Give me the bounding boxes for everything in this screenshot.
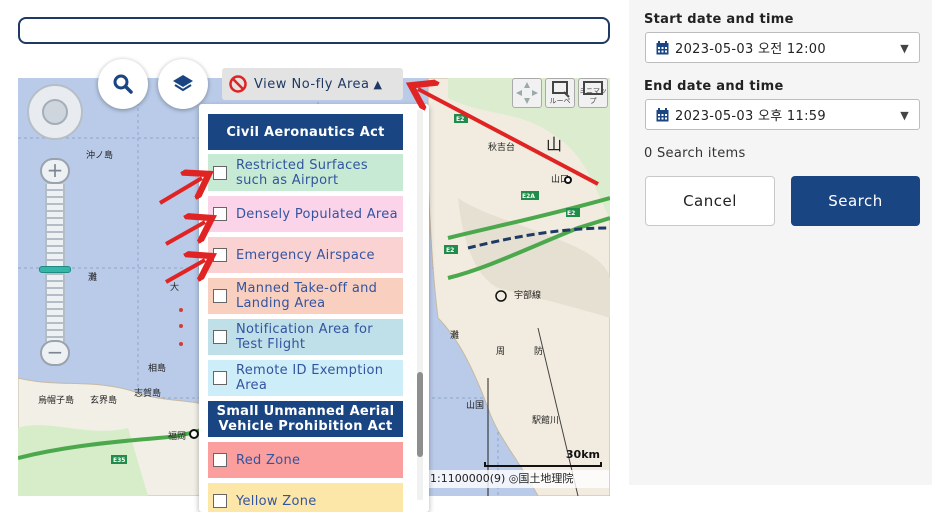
map-label: 防 (534, 345, 543, 357)
section-small-uav-prohibition-act: Small Unmanned Aerial Vehicle Prohibitio… (208, 401, 403, 437)
search-icon (113, 74, 133, 94)
map-label: 相島 (148, 362, 166, 374)
scale-label: 30km (565, 448, 600, 461)
map-label: 灘 (88, 271, 97, 283)
nofly-area-panel: Civil Aeronautics Act Restricted Surface… (199, 104, 429, 512)
map-label: 志賀島 (134, 387, 161, 399)
layer-checkbox[interactable] (213, 248, 227, 262)
layer-label: Densely Populated Area (236, 206, 398, 222)
crosshair-icon (516, 82, 538, 104)
end-date-label: End date and time (644, 79, 784, 94)
minimap-caption: ミニマップ (579, 87, 607, 105)
start-date-label: Start date and time (644, 12, 794, 27)
zoom-in-button[interactable]: + (40, 158, 70, 184)
map-scale: 30km (484, 448, 604, 468)
map-label: 周 (496, 346, 505, 357)
pan-center[interactable] (42, 99, 68, 125)
map-label: 宇部線 (514, 289, 541, 301)
sidebar-footer (629, 485, 932, 512)
zoom-handle[interactable] (39, 266, 71, 273)
map-label: 秋吉台 (488, 141, 515, 153)
zoom-rail[interactable] (45, 184, 65, 342)
layer-checkbox[interactable] (213, 330, 227, 344)
chevron-down-icon: ▼ (900, 109, 909, 122)
section-label: Small Unmanned Aerial Vehicle Prohibitio… (216, 404, 395, 434)
map-label: 烏帽子島 (38, 394, 74, 406)
layer-checkbox[interactable] (213, 453, 227, 467)
zoom-slider[interactable]: + − (39, 158, 71, 368)
no-entry-icon (229, 75, 247, 93)
cancel-button[interactable]: Cancel (645, 176, 775, 226)
map-label: 玄界島 (90, 394, 117, 406)
app-root: E2 E2A E2 E2 E35 沖ノ島 相島 志賀島 玄界島 烏帽子島 福岡 … (0, 0, 932, 512)
search-result-count: 0 Search items (644, 146, 746, 161)
layers-icon (173, 75, 193, 92)
layer-label: Yellow Zone (236, 493, 317, 509)
loupe-caption: ルーペ (549, 97, 571, 105)
layer-remote-id-exemption[interactable]: Remote ID Exemption Area (208, 360, 403, 396)
layer-yellow-zone[interactable]: Yellow Zone (208, 483, 403, 512)
chevron-down-icon: ▼ (900, 42, 909, 55)
layer-label: Manned Take-off and Landing Area (236, 281, 378, 311)
start-date-select[interactable]: 2023-05-03 오전 12:00 ▼ (645, 32, 920, 63)
layer-notification-test-flight[interactable]: Notification Area for Test Flight (208, 319, 403, 355)
road-badge: E2 (567, 210, 575, 217)
layer-checkbox[interactable] (213, 371, 227, 385)
section-civil-aeronautics-act: Civil Aeronautics Act (208, 114, 403, 150)
layer-emergency-airspace[interactable]: Emergency Airspace (208, 237, 403, 273)
layer-checkbox[interactable] (213, 289, 227, 303)
layer-densely-populated[interactable]: Densely Populated Area (208, 196, 403, 232)
layer-label: Emergency Airspace (236, 247, 375, 263)
minimap-tool[interactable]: ミニマップ (578, 78, 608, 108)
layer-restricted-surfaces[interactable]: Restricted Surfaces such as Airport (208, 154, 403, 191)
layer-label: Notification Area for Test Flight (236, 322, 373, 352)
start-date-value: 2023-05-03 오전 12:00 (675, 42, 826, 57)
zoom-out-button[interactable]: − (40, 340, 70, 366)
map-label: 駅館川 (532, 414, 559, 426)
scale-bar (484, 462, 602, 467)
section-label: Civil Aeronautics Act (226, 124, 385, 140)
end-date-value: 2023-05-03 오후 11:59 (675, 109, 826, 124)
nofly-button-label: View No-fly Area (254, 76, 370, 92)
end-date-select[interactable]: 2023-05-03 오후 11:59 ▼ (645, 99, 920, 130)
road-badge: E35 (113, 457, 125, 464)
road-badge: E2 (446, 247, 454, 254)
layer-checkbox[interactable] (213, 207, 227, 221)
layer-label: Red Zone (236, 452, 301, 468)
loupe-tool[interactable]: ルーペ (545, 78, 575, 108)
layer-label: Remote ID Exemption Area (236, 363, 384, 393)
map-search-button[interactable] (98, 59, 148, 109)
search-button[interactable]: Search (791, 176, 920, 226)
map-label: 灘 (450, 329, 459, 341)
layer-label: Restricted Surfaces such as Airport (236, 157, 368, 188)
layer-checkbox[interactable] (213, 494, 227, 508)
crosshair-tool[interactable] (512, 78, 542, 108)
map-label: 山国 (466, 400, 484, 411)
road-badge: E2A (522, 193, 535, 200)
address-search-input[interactable] (18, 17, 610, 44)
calendar-icon (656, 107, 669, 121)
map-label: 大 (170, 281, 179, 293)
map-attribution: 1:1100000(9) ◎国土地理院 (427, 470, 609, 488)
map-label: 沖ノ島 (86, 149, 113, 161)
pan-control[interactable] (27, 84, 83, 140)
layer-manned-takeoff-landing[interactable]: Manned Take-off and Landing Area (208, 278, 403, 314)
map-label: 山 (546, 135, 562, 154)
view-nofly-area-button[interactable]: View No-fly Area ▲ (222, 68, 403, 100)
layer-red-zone[interactable]: Red Zone (208, 442, 403, 478)
panel-scrollbar-thumb[interactable] (417, 372, 423, 457)
search-filter-sidebar: Start date and time 2023-05-03 오전 12:00 … (629, 0, 932, 512)
layer-checkbox[interactable] (213, 165, 227, 180)
map-label: 福岡 (168, 430, 186, 442)
calendar-icon (656, 40, 669, 54)
layers-button[interactable] (158, 59, 208, 109)
panel-scrollbar[interactable] (417, 110, 423, 500)
road-badge: E2 (456, 116, 464, 123)
caret-up-icon: ▲ (373, 77, 383, 91)
